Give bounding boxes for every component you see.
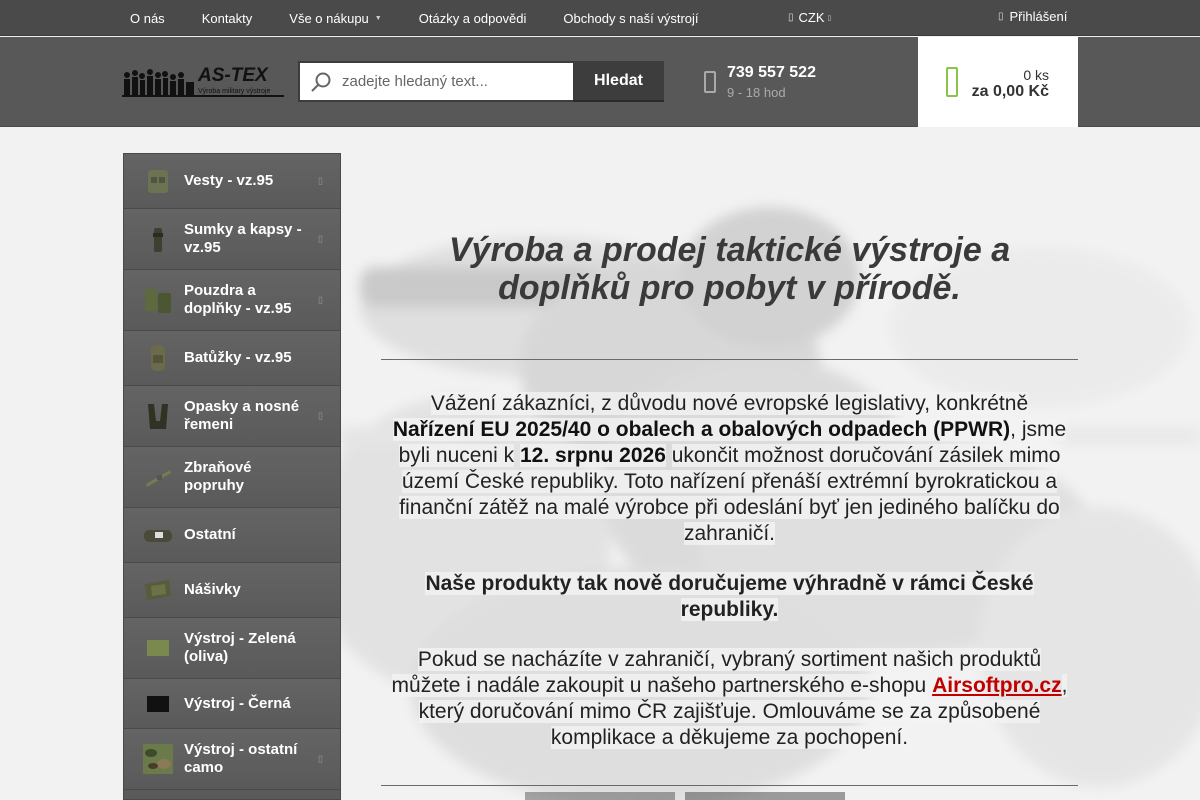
category-holsters[interactable]: Pouzdra a doplňky - vz.95 ▯ xyxy=(124,270,340,331)
site-logo[interactable]: AS-TEX Výroba military výstroje xyxy=(122,65,284,99)
backpack-icon xyxy=(142,343,174,373)
category-belts[interactable]: Opasky a nosné řemeni ▯ xyxy=(124,386,340,447)
top-navigation: O nás Kontakty Vše o nákupu ▼ Otázky a od… xyxy=(118,0,724,36)
category-label: Výstroj - Zelená (oliva) xyxy=(184,630,296,665)
category-label: Pouzdra a doplňky - vz.95 xyxy=(184,282,292,317)
category-olive-gear[interactable]: Výstroj - Zelená (oliva) xyxy=(124,618,340,679)
phone-contact: 739 557 522 9 - 18 hod xyxy=(704,64,816,100)
nav-faq[interactable]: Otázky a odpovědi xyxy=(419,11,527,26)
chevron-right-icon: ▯ xyxy=(318,175,323,186)
opening-hours: 9 - 18 hod xyxy=(727,85,786,100)
nav-faq-label: Otázky a odpovědi xyxy=(418,10,527,26)
soldiers-logo-icon: AS-TEX Výroba military výstroje xyxy=(122,65,284,97)
category-label: Výstroj - ostatní camo xyxy=(184,741,298,776)
notice-paragraph-domestic: Naše produkty tak nově doručujeme výhrad… xyxy=(381,571,1078,623)
cart-icon xyxy=(946,67,958,97)
page-headline: Výroba a prodej taktické výstroje a dopl… xyxy=(448,231,1011,307)
notice-paragraph-legislation: Vážení zákazníci, z důvodu nové evropské… xyxy=(381,391,1078,547)
category-label: Nášivky xyxy=(184,581,241,598)
nav-contacts[interactable]: Kontakty xyxy=(202,11,253,26)
category-label: Ostatní xyxy=(184,526,236,543)
top-bar: O nás Kontakty Vše o nákupu ▼ Otázky a od… xyxy=(0,0,1200,36)
cart-total: za 0,00 Kč xyxy=(971,83,1049,100)
domestic-shipping-text: Naše produkty tak nově doručujeme výhrad… xyxy=(425,572,1034,621)
olive-swatch-icon xyxy=(142,633,174,663)
divider xyxy=(381,359,1078,360)
category-pouches[interactable]: Sumky a kapsy - vz.95 ▯ xyxy=(124,209,340,270)
cart-widget[interactable]: 0 ks za 0,00 Kč xyxy=(918,37,1078,127)
search-form: Hledat xyxy=(298,61,664,103)
nav-stores-label: Obchody s naší výstrojí xyxy=(563,10,699,26)
category-sidebar: Vesty - vz.95 ▯ Sumky a kapsy - vz.95 ▯ … xyxy=(123,153,341,800)
notice-paragraph-partner: Pokud se nacházíte v zahraničí, vybraný … xyxy=(381,647,1078,751)
category-label: Opasky a nosné řemeni xyxy=(184,398,300,433)
partner-shop-link[interactable]: Airsoftpro.cz xyxy=(932,674,1062,697)
nav-stores[interactable]: Obchody s naší výstrojí xyxy=(563,11,698,26)
patch-icon xyxy=(142,575,174,605)
regulation-name: Nařízení EU 2025/40 o obalech a obalovýc… xyxy=(392,418,1011,441)
currency-icon: ▯ xyxy=(788,12,794,23)
nav-shopping-info-label: Vše o nákupu xyxy=(289,10,369,26)
chevron-right-icon: ▯ xyxy=(318,233,323,244)
black-swatch-icon xyxy=(142,689,174,719)
category-black-gear[interactable]: Výstroj - Černá xyxy=(124,679,340,729)
divider xyxy=(381,785,1078,786)
category-label: Sumky a kapsy - vz.95 xyxy=(184,221,302,256)
category-label: Vesty - vz.95 xyxy=(184,172,274,189)
category-camo-gear[interactable]: Výstroj - ostatní camo ▯ xyxy=(124,729,340,790)
deadline-date: 12. srpnu 2026 xyxy=(519,444,666,467)
search-field xyxy=(298,61,573,102)
search-icon xyxy=(311,72,331,92)
nav-about[interactable]: O nás xyxy=(130,11,165,26)
category-slings[interactable]: Zbraňové popruhy xyxy=(124,447,340,508)
chevron-right-icon: ▯ xyxy=(318,410,323,421)
svg-text:AS-TEX: AS-TEX xyxy=(197,65,269,86)
search-button[interactable]: Hledat xyxy=(573,61,664,102)
category-patches[interactable]: Nášivky xyxy=(124,563,340,618)
vest-icon xyxy=(142,166,174,196)
nav-contacts-label: Kontakty xyxy=(201,10,253,26)
category-backpacks[interactable]: Batůžky - vz.95 xyxy=(124,331,340,386)
chevron-down-icon: ▯ xyxy=(827,14,832,22)
sling-icon xyxy=(142,462,174,492)
belt-icon xyxy=(142,401,174,431)
category-other[interactable]: Ostatní xyxy=(124,508,340,563)
chevron-right-icon: ▯ xyxy=(318,753,323,764)
search-input[interactable] xyxy=(342,73,562,90)
holster-icon xyxy=(142,285,174,315)
chevron-down-icon: ▼ xyxy=(374,14,382,22)
notice-text: Vážení zákazníci, z důvodu nové evropské… xyxy=(430,392,1029,415)
login-link[interactable]: ▯ Přihlášení xyxy=(998,9,1067,24)
category-vests[interactable]: Vesty - vz.95 ▯ xyxy=(124,154,340,209)
user-icon: ▯ xyxy=(998,11,1004,22)
camo-swatch-icon xyxy=(142,744,174,774)
phone-icon xyxy=(704,71,716,93)
category-label: Výstroj - Černá xyxy=(184,694,291,712)
category-label: Batůžky - vz.95 xyxy=(184,349,292,366)
phone-number[interactable]: 739 557 522 xyxy=(727,64,816,82)
cart-quantity: 0 ks xyxy=(1023,67,1049,83)
category-label: Zbraňové popruhy xyxy=(184,459,252,494)
nav-about-label: O nás xyxy=(130,10,165,26)
chevron-right-icon: ▯ xyxy=(318,294,323,305)
login-label: Přihlášení xyxy=(1009,9,1068,24)
currency-selector[interactable]: ▯ CZK ▯ xyxy=(788,10,831,25)
currency-label: CZK xyxy=(798,10,825,25)
site-header: AS-TEX Výroba military výstroje Hledat 7… xyxy=(0,37,1200,127)
misc-icon xyxy=(142,520,174,550)
svg-text:Výroba military výstroje: Výroba military výstroje xyxy=(198,88,270,95)
nav-shopping-info[interactable]: Vše o nákupu ▼ xyxy=(289,11,381,26)
pouch-icon xyxy=(142,224,174,254)
